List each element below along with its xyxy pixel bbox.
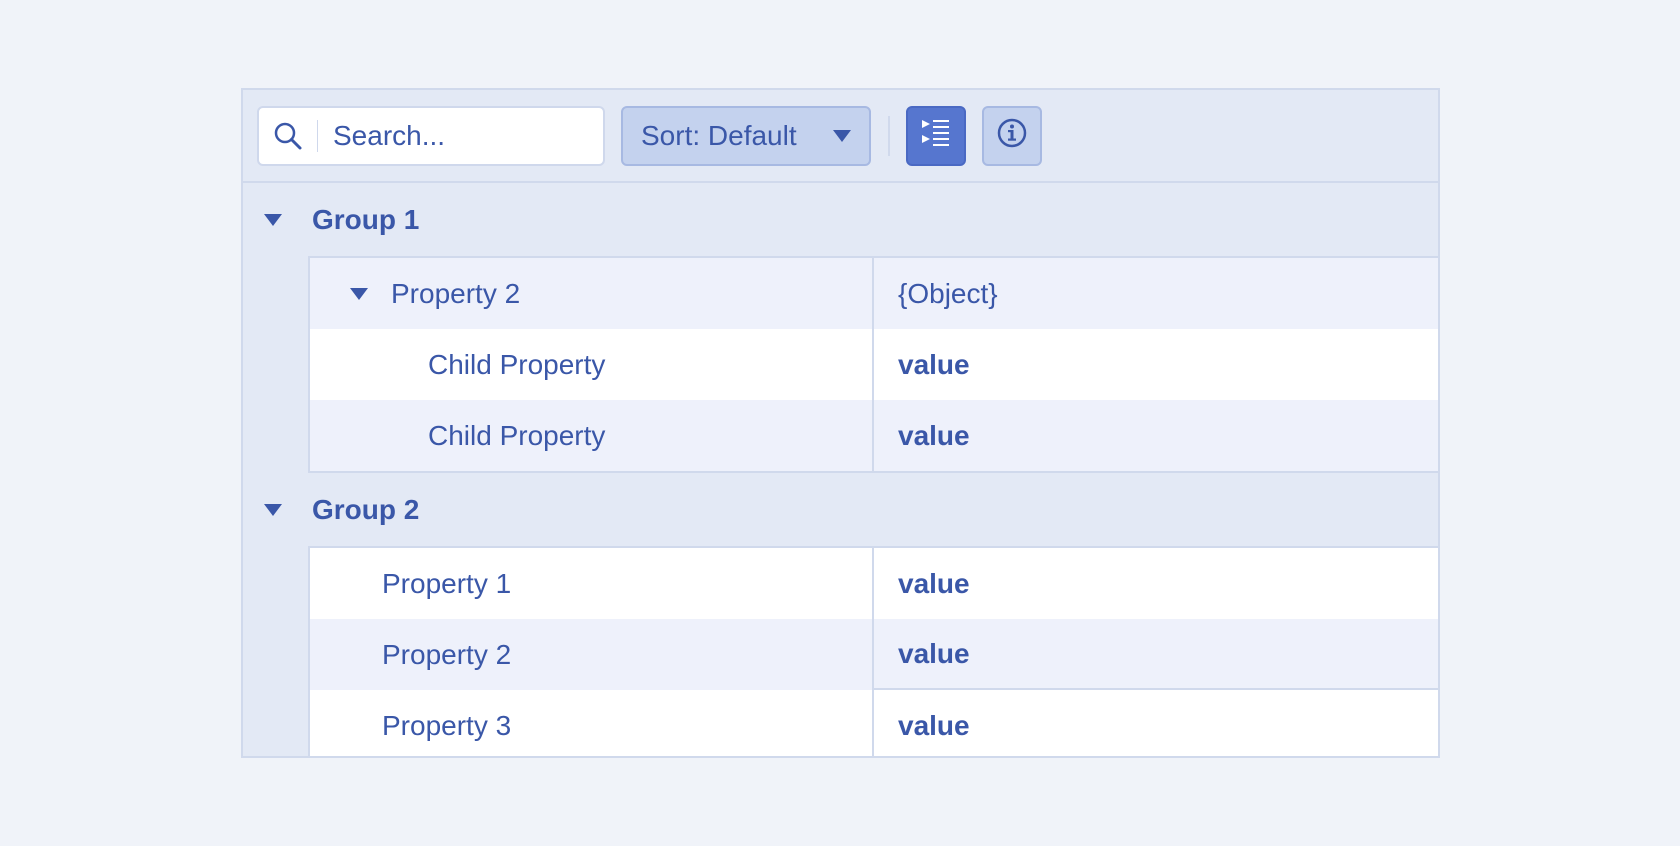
search-icon bbox=[259, 108, 317, 164]
property-value[interactable]: value bbox=[874, 329, 1438, 400]
search-box[interactable] bbox=[257, 105, 605, 166]
property-grid: Sort: Default bbox=[241, 88, 1440, 758]
toolbar-divider bbox=[888, 115, 890, 156]
expand-caret-icon[interactable] bbox=[350, 287, 368, 300]
expand-caret-icon[interactable] bbox=[264, 213, 282, 226]
sort-label: Sort: Default bbox=[641, 119, 797, 151]
toolbar: Sort: Default bbox=[243, 90, 1438, 183]
categorized-list-icon bbox=[920, 117, 952, 154]
property-value[interactable]: value bbox=[874, 548, 1438, 619]
property-name-cell: Property 1 bbox=[310, 548, 874, 619]
property-name: Property 2 bbox=[382, 638, 512, 670]
property-row[interactable]: Child Property value bbox=[310, 329, 1438, 400]
info-button[interactable] bbox=[982, 105, 1042, 166]
group-header-2[interactable]: Group 2 bbox=[243, 473, 1438, 546]
property-name: Property 3 bbox=[382, 709, 512, 741]
chevron-down-icon bbox=[833, 129, 851, 142]
categorized-view-button[interactable] bbox=[906, 105, 966, 166]
property-name: Child Property bbox=[428, 419, 606, 451]
property-row[interactable]: Child Property value bbox=[310, 400, 1438, 471]
property-name-cell: Property 2 bbox=[310, 258, 874, 329]
property-value[interactable]: value bbox=[874, 690, 1438, 756]
property-value[interactable]: value bbox=[874, 619, 1438, 690]
info-icon bbox=[996, 117, 1028, 154]
search-input[interactable] bbox=[318, 119, 588, 152]
property-name-cell: Child Property bbox=[310, 400, 874, 471]
property-row[interactable]: Property 2 value bbox=[310, 619, 1438, 690]
expand-caret-icon[interactable] bbox=[264, 503, 282, 516]
group-header-1[interactable]: Group 1 bbox=[243, 183, 1438, 256]
property-name-cell: Child Property bbox=[310, 329, 874, 400]
property-value[interactable]: value bbox=[874, 400, 1438, 471]
property-name-cell: Property 3 bbox=[310, 690, 874, 756]
property-row[interactable]: Property 1 value bbox=[310, 548, 1438, 619]
sort-dropdown[interactable]: Sort: Default bbox=[621, 105, 871, 166]
property-name-cell: Property 2 bbox=[310, 619, 874, 690]
property-value[interactable]: {Object} bbox=[874, 258, 1438, 329]
group-label: Group 2 bbox=[312, 493, 420, 525]
group-body-2: Property 1 value Property 2 value Proper… bbox=[308, 546, 1438, 756]
property-name: Child Property bbox=[428, 348, 606, 380]
property-row[interactable]: Property 2 {Object} bbox=[310, 258, 1438, 329]
property-name: Property 1 bbox=[382, 567, 512, 599]
property-name: Property 2 bbox=[391, 277, 521, 309]
property-row[interactable]: Property 3 value bbox=[310, 690, 1438, 756]
group-label: Group 1 bbox=[312, 203, 420, 235]
group-body-1: Property 2 {Object} Child Property value… bbox=[308, 256, 1438, 473]
